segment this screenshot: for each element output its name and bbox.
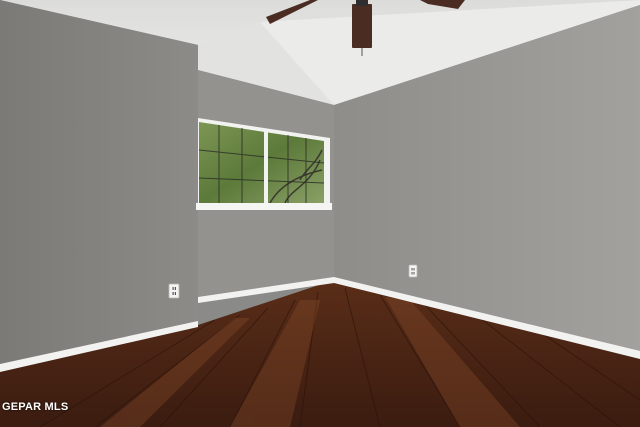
outlet-icon [408, 264, 418, 278]
outlet-icon [168, 283, 180, 299]
room-scene [0, 0, 640, 427]
left-wall [0, 0, 198, 368]
empty-room-photo: GEPAR MLS [0, 0, 640, 427]
mls-watermark: GEPAR MLS [2, 401, 69, 413]
